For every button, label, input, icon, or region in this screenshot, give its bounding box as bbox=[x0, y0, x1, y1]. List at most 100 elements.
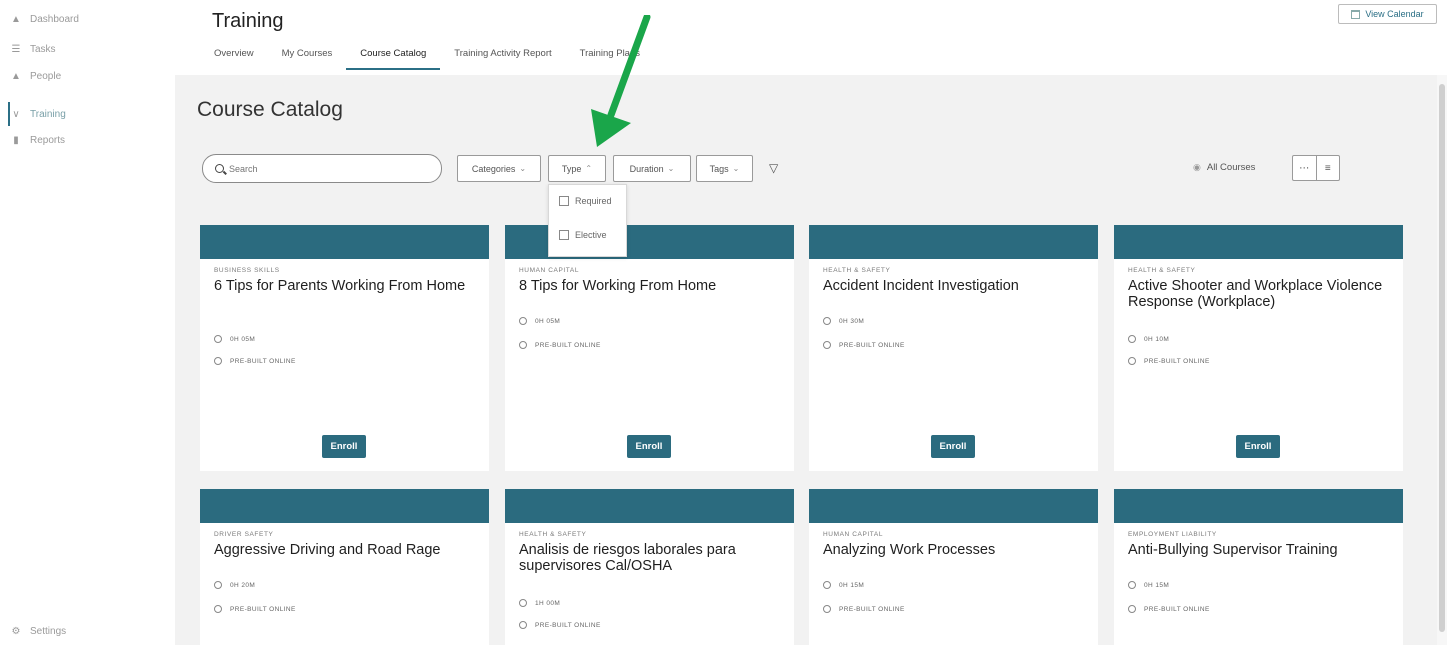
scrollbar-thumb[interactable] bbox=[1439, 84, 1445, 632]
course-category: Health & Safety bbox=[1128, 267, 1196, 274]
type-filter[interactable]: Type ⌃ bbox=[548, 155, 606, 182]
chart-icon: ▮ bbox=[13, 134, 19, 146]
course-title[interactable]: Aggressive Driving and Road Rage bbox=[214, 542, 479, 558]
sidebar-item-settings[interactable]: ⚙ Settings bbox=[10, 622, 170, 640]
course-format-text: Pre-Built Online bbox=[230, 357, 296, 365]
search-box[interactable] bbox=[202, 154, 442, 183]
course-duration-text: 0H 05M bbox=[230, 335, 256, 343]
course-card: Health & Safety Analisis de riesgos labo… bbox=[505, 489, 794, 645]
course-card: Business Skills 6 Tips for Parents Worki… bbox=[200, 225, 489, 471]
course-format-text: Pre-Built Online bbox=[230, 605, 296, 613]
sidebar-item-people[interactable]: ▲ People bbox=[10, 67, 170, 85]
course-title[interactable]: 6 Tips for Parents Working From Home bbox=[214, 278, 479, 294]
enroll-button[interactable]: Enroll bbox=[627, 435, 671, 458]
course-duration: 1H 00M bbox=[519, 599, 560, 607]
course-category: Employment Liability bbox=[1128, 531, 1217, 538]
course-format-text: Pre-Built Online bbox=[1144, 605, 1210, 613]
course-title[interactable]: Analyzing Work Processes bbox=[823, 542, 1088, 558]
course-format: Pre-Built Online bbox=[214, 357, 296, 365]
sidebar-item-training[interactable]: ∨ Training bbox=[8, 102, 170, 126]
course-duration: 0H 05M bbox=[519, 317, 560, 325]
clock-icon bbox=[823, 581, 831, 589]
chevron-down-icon: ⌄ bbox=[519, 164, 527, 173]
view-toggle: ⋯ ≡ bbox=[1292, 155, 1340, 181]
course-duration: 0H 15M bbox=[1128, 581, 1169, 589]
search-icon bbox=[215, 164, 224, 173]
course-category: Human Capital bbox=[519, 267, 580, 274]
globe-icon bbox=[823, 341, 831, 349]
course-duration-text: 0H 30M bbox=[839, 317, 865, 325]
course-card: Employment Liability Anti-Bullying Super… bbox=[1114, 489, 1403, 645]
course-title[interactable]: Anti-Bullying Supervisor Training bbox=[1128, 542, 1393, 558]
course-duration: 0H 10M bbox=[1128, 335, 1169, 343]
chevron-up-icon: ⌃ bbox=[585, 164, 593, 173]
type-filter-label: Type bbox=[561, 163, 582, 174]
grid-view-icon[interactable]: ⋯ bbox=[1293, 156, 1317, 180]
people-icon: ▲ bbox=[11, 70, 21, 82]
course-duration: 0H 30M bbox=[823, 317, 864, 325]
calendar-icon bbox=[1351, 9, 1361, 19]
elective-checkbox[interactable] bbox=[559, 230, 569, 240]
course-duration: 0H 20M bbox=[214, 581, 255, 589]
course-duration-text: 1H 00M bbox=[535, 599, 561, 607]
search-input[interactable] bbox=[229, 163, 429, 174]
sidebar-item-reports[interactable]: ▮ Reports bbox=[10, 131, 170, 149]
filter-icon[interactable]: ▽ bbox=[769, 161, 778, 175]
course-format-text: Pre-Built Online bbox=[535, 621, 601, 629]
training-icon: ∨ bbox=[12, 108, 20, 120]
sidebar-item-label: Training bbox=[30, 108, 66, 120]
course-title[interactable]: Accident Incident Investigation bbox=[823, 278, 1088, 294]
clock-icon bbox=[519, 317, 527, 325]
sidebar-item-tasks[interactable]: ☰ Tasks bbox=[10, 40, 170, 58]
course-banner bbox=[1114, 225, 1403, 259]
categories-filter[interactable]: Categories ⌄ bbox=[457, 155, 541, 182]
course-title[interactable]: Active Shooter and Workplace Violence Re… bbox=[1128, 278, 1393, 310]
sidebar-item-label: Tasks bbox=[30, 43, 56, 55]
clock-icon bbox=[214, 581, 222, 589]
course-banner bbox=[809, 225, 1098, 259]
course-category: Health & Safety bbox=[519, 531, 587, 538]
tab-course-catalog[interactable]: Course Catalog bbox=[346, 48, 441, 70]
enroll-button[interactable]: Enroll bbox=[931, 435, 975, 458]
list-icon: ☰ bbox=[11, 43, 21, 55]
course-card: Health & Safety Accident Incident Invest… bbox=[809, 225, 1098, 471]
view-calendar-label: View Calendar bbox=[1365, 9, 1424, 19]
course-duration-text: 0H 15M bbox=[1144, 581, 1170, 589]
duration-filter[interactable]: Duration ⌄ bbox=[613, 155, 691, 182]
course-card: Driver Safety Aggressive Driving and Roa… bbox=[200, 489, 489, 645]
sidebar-item-dashboard[interactable]: ▲ Dashboard bbox=[10, 10, 170, 28]
enroll-button[interactable]: Enroll bbox=[1236, 435, 1280, 458]
duration-filter-label: Duration bbox=[629, 163, 664, 174]
view-calendar-button[interactable]: View Calendar bbox=[1338, 4, 1437, 24]
course-category: Business Skills bbox=[214, 267, 280, 274]
type-dropdown-menu: Required Elective bbox=[548, 184, 627, 257]
enroll-button[interactable]: Enroll bbox=[322, 435, 366, 458]
list-view-icon[interactable]: ≡ bbox=[1317, 156, 1340, 180]
main-panel: Course Catalog Categories ⌄ Type ⌃ Durat… bbox=[175, 75, 1437, 645]
all-courses-toggle[interactable]: ◉ All Courses bbox=[1193, 162, 1255, 173]
tab-training-activity-report[interactable]: Training Activity Report bbox=[440, 48, 565, 70]
course-title[interactable]: 8 Tips for Working From Home bbox=[519, 278, 784, 294]
tags-filter[interactable]: Tags ⌄ bbox=[696, 155, 753, 182]
globe-icon bbox=[214, 605, 222, 613]
course-format: Pre-Built Online bbox=[823, 605, 905, 613]
clock-icon bbox=[214, 335, 222, 343]
course-duration: 0H 15M bbox=[823, 581, 864, 589]
globe-icon bbox=[519, 621, 527, 629]
course-duration-text: 0H 05M bbox=[535, 317, 561, 325]
course-duration-text: 0H 15M bbox=[839, 581, 865, 589]
course-format: Pre-Built Online bbox=[519, 341, 601, 349]
course-card: Human Capital 8 Tips for Working From Ho… bbox=[505, 225, 794, 471]
page-title: Training bbox=[212, 10, 284, 32]
type-option-required[interactable]: Required bbox=[559, 196, 612, 206]
course-format-text: Pre-Built Online bbox=[1144, 357, 1210, 365]
course-banner bbox=[1114, 489, 1403, 523]
tab-my-courses[interactable]: My Courses bbox=[268, 48, 347, 70]
globe-icon bbox=[214, 357, 222, 365]
course-title[interactable]: Analisis de riesgos laborales para super… bbox=[519, 542, 784, 574]
eye-icon: ◉ bbox=[1193, 162, 1201, 172]
type-option-elective[interactable]: Elective bbox=[559, 230, 607, 240]
course-duration: 0H 05M bbox=[214, 335, 255, 343]
required-checkbox[interactable] bbox=[559, 196, 569, 206]
tab-overview[interactable]: Overview bbox=[212, 48, 268, 70]
